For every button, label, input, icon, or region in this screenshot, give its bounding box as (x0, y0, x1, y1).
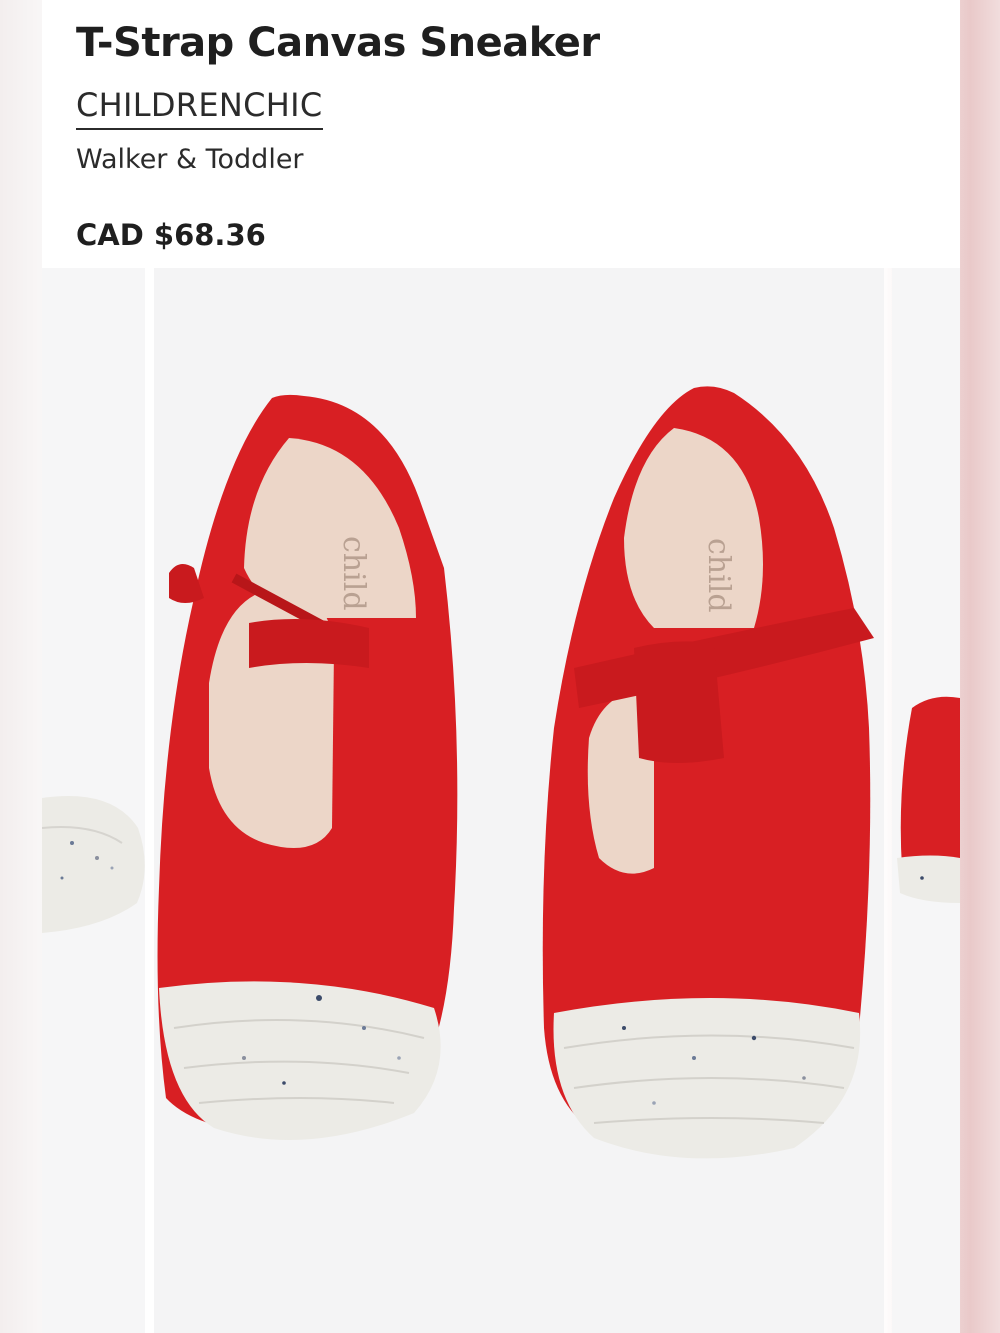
product-category: Walker & Toddler (76, 144, 304, 175)
brand-link[interactable]: CHILDRENCHIC (76, 86, 323, 130)
image-carousel[interactable]: child child (0, 268, 1000, 1333)
product-header: T-Strap Canvas Sneaker CHILDRENCHIC Walk… (42, 0, 960, 268)
product-price: CAD $68.36 (76, 218, 266, 252)
product-title: T-Strap Canvas Sneaker (76, 20, 600, 66)
left-shoe: child (157, 394, 458, 1140)
carousel-next-image[interactable] (892, 268, 960, 1333)
insole-logo-text: child (336, 536, 371, 611)
insole-logo-text-right: child (701, 538, 736, 613)
right-shoe: child (542, 386, 874, 1159)
carousel-previous-image[interactable] (42, 268, 145, 1333)
product-image[interactable]: child child (154, 268, 884, 1333)
